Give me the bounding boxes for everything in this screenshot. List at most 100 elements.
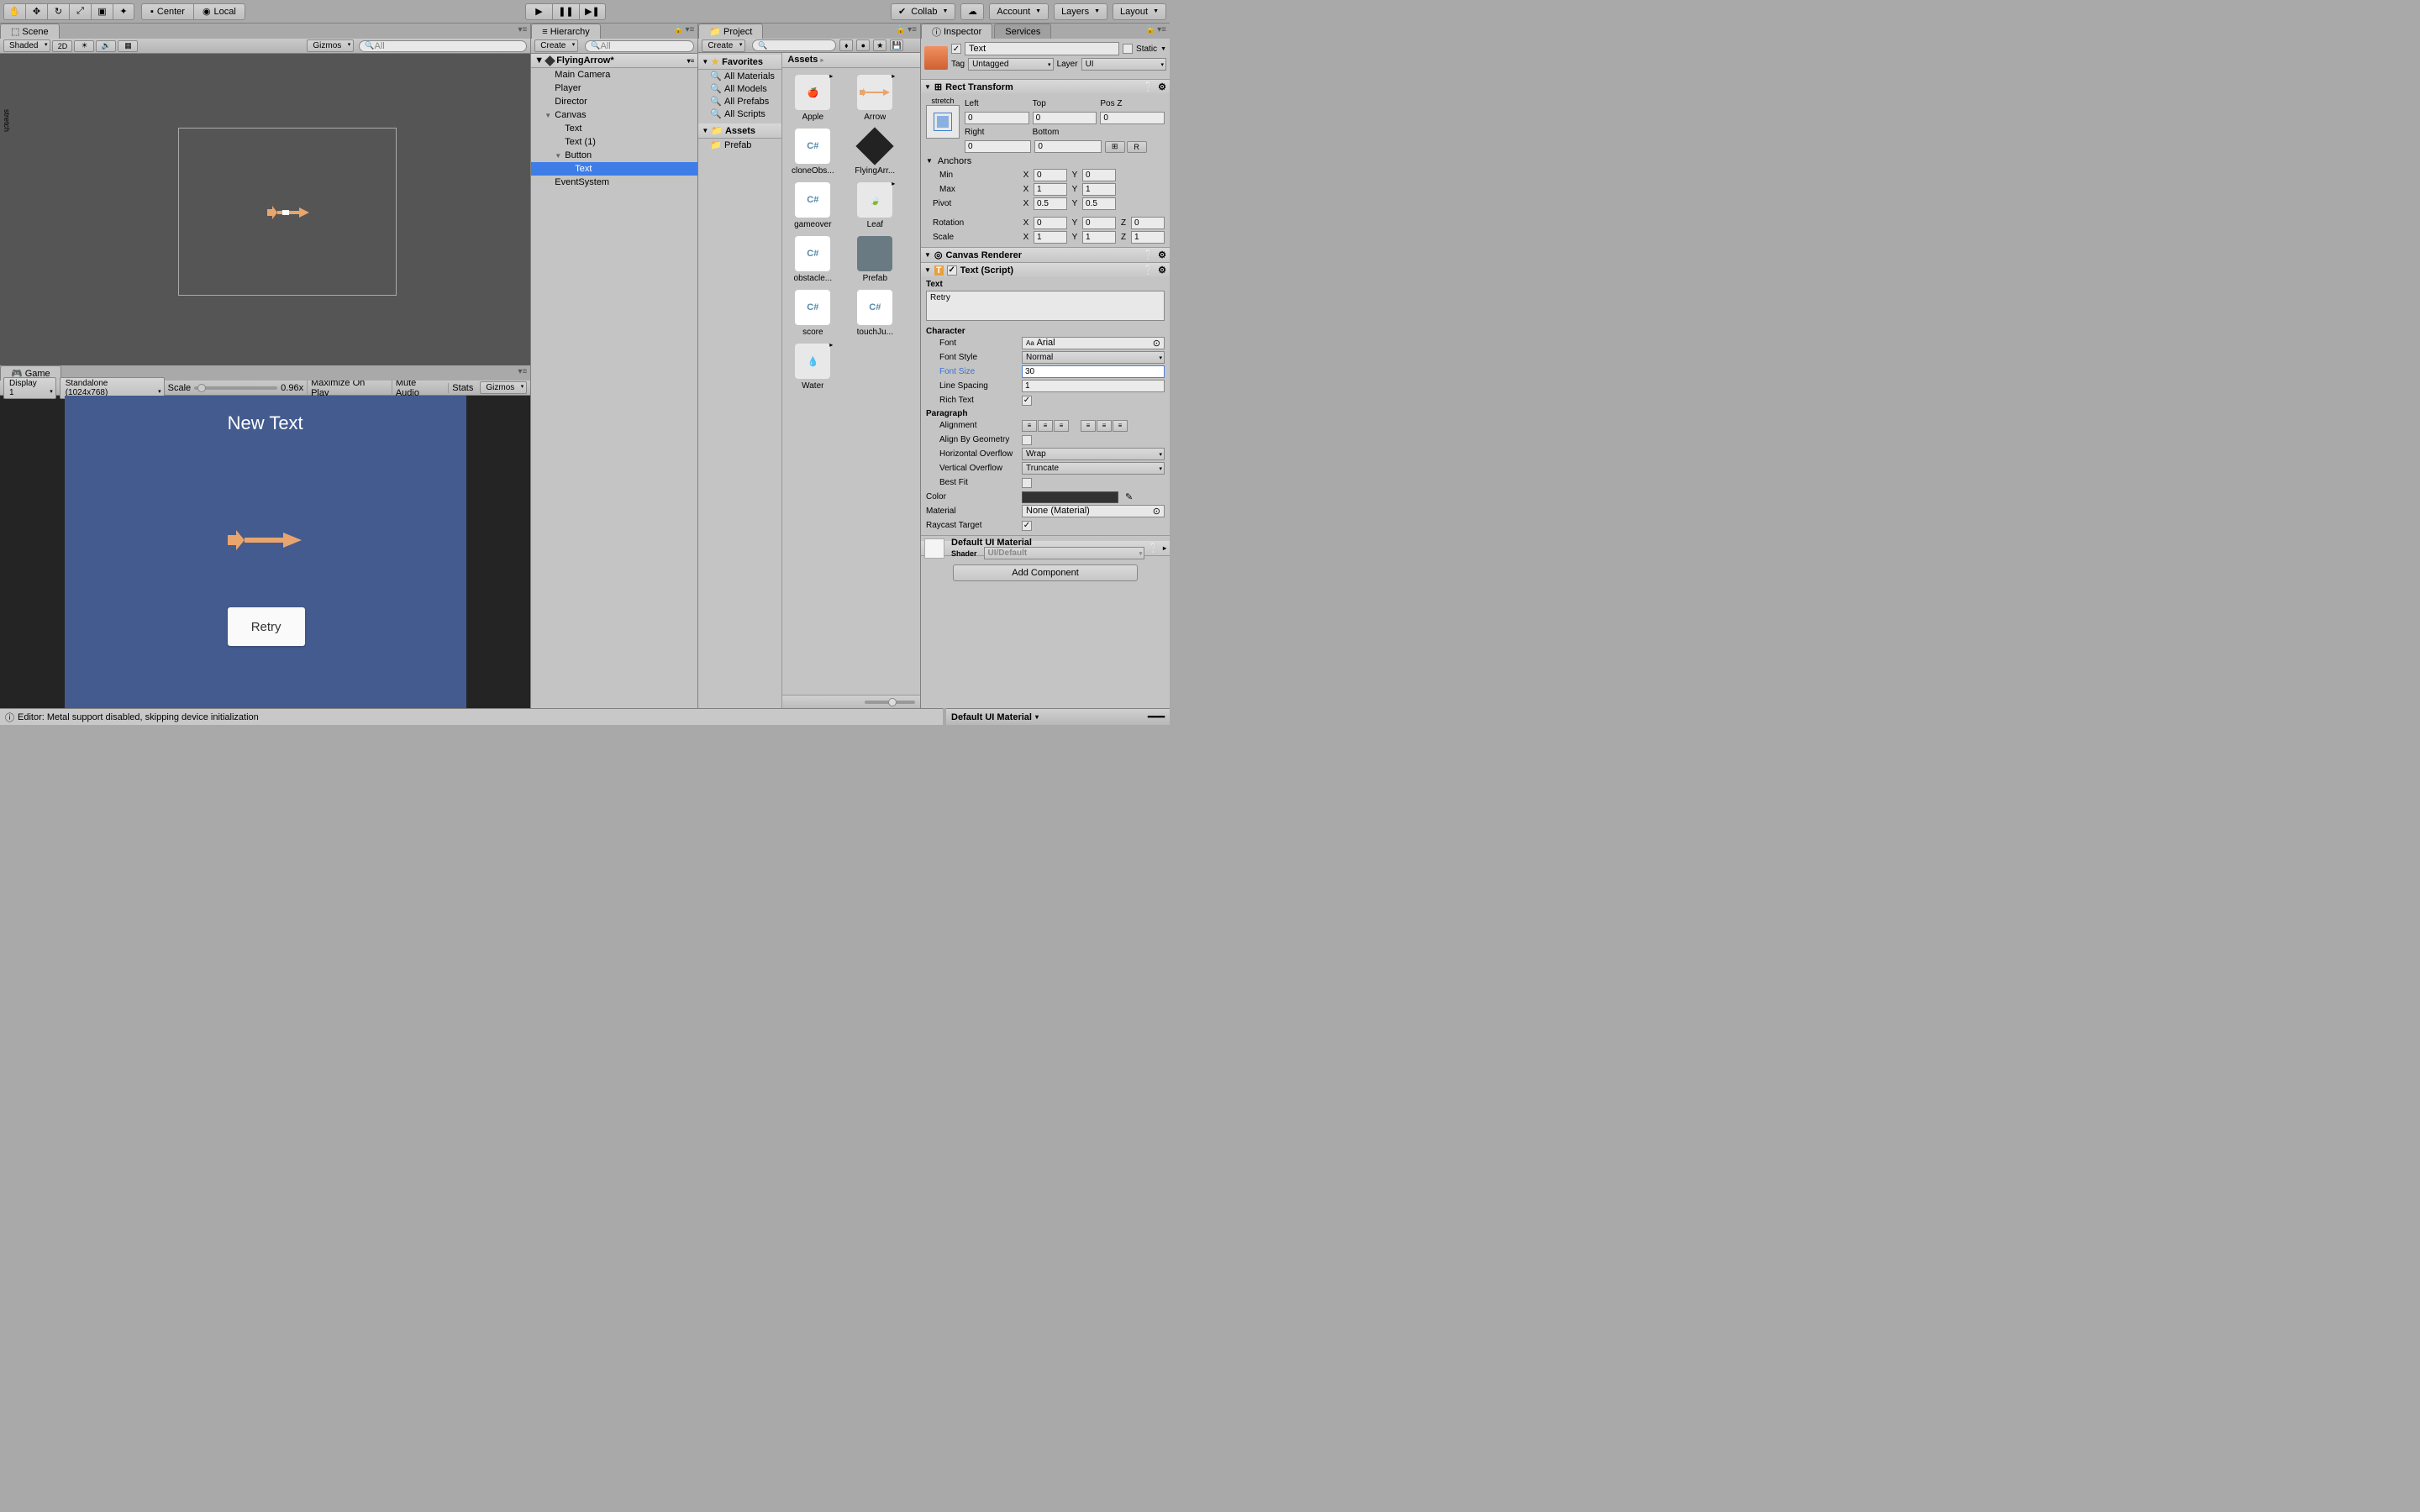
align-top[interactable]: ≡ [1081,420,1096,432]
font-size-input[interactable] [1022,365,1165,378]
icon-size-slider[interactable] [865,701,915,704]
filter-icon[interactable]: ★ [873,39,886,51]
expand-icon[interactable]: ▼ [534,55,544,66]
align-right[interactable]: ≡ [1054,420,1069,432]
fx-toggle[interactable]: ▦ [118,40,138,52]
scale-x-input[interactable] [1034,231,1067,244]
filter-icon[interactable]: ⬧ [839,39,853,51]
lock-icon[interactable]: 🔒 [673,25,683,34]
2d-toggle[interactable]: 2D [52,40,72,52]
component-header[interactable]: ▼⊞Rect Transform❔⚙ [921,80,1170,94]
panel-menu-icon[interactable]: ▾≡ [1157,25,1166,34]
scale-y-input[interactable] [1082,231,1116,244]
name-input[interactable] [965,42,1119,55]
color-picker[interactable] [1022,491,1118,503]
blueprint-toggle[interactable]: ⊞ [1105,141,1125,153]
align-geom-checkbox[interactable] [1022,435,1032,445]
favorite-item[interactable]: 🔍All Materials [698,70,781,82]
tab-services[interactable]: Services [994,24,1051,39]
hierarchy-search[interactable]: 🔍All [585,40,694,52]
component-header[interactable]: Default UI MaterialShaderUI/Default❔▸ [921,541,1170,555]
panel-menu-icon[interactable]: ▾≡ [685,25,694,34]
shader-dropdown[interactable]: UI/Default [984,547,1145,559]
chevron-down-icon[interactable]: ▾ [1035,713,1039,721]
rot-y-input[interactable] [1082,217,1116,229]
component-header[interactable]: ▼◎Canvas Renderer❔⚙ [921,248,1170,262]
account-button[interactable]: Account▼ [989,3,1049,20]
collab-button[interactable]: ✔Collab▼ [891,3,955,20]
tab-hierarchy[interactable]: ≡Hierarchy [531,24,601,39]
retry-button[interactable]: Retry [228,607,305,646]
expand-icon[interactable]: ▼ [702,58,708,66]
audio-toggle[interactable]: 🔊 [96,40,116,52]
help-icon[interactable]: ❔ [1148,543,1160,554]
game-viewport[interactable]: New Text Retry [65,396,466,708]
enable-checkbox[interactable] [947,265,957,276]
asset-item[interactable]: C#gameover [789,182,836,229]
scene-search[interactable]: 🔍All [359,40,527,52]
help-icon[interactable]: ❔ [1143,81,1155,92]
gear-icon[interactable]: ⚙ [1158,81,1166,92]
gizmos-dropdown[interactable]: Gizmos [307,39,354,52]
display-dropdown[interactable]: Display 1 [3,377,56,399]
line-spacing-input[interactable] [1022,380,1165,392]
active-checkbox[interactable] [951,44,961,54]
move-tool[interactable]: ✥ [25,3,47,20]
help-icon[interactable]: ❔ [1143,249,1155,260]
local-button[interactable]: ◉Local [193,3,245,20]
stats-toggle[interactable]: Stats [448,383,476,393]
rich-text-checkbox[interactable] [1022,396,1032,406]
folder-item[interactable]: 📁Prefab [698,139,781,151]
project-search[interactable]: 🔍 [752,39,836,51]
hand-tool[interactable]: ✋ [3,3,25,20]
expand-icon[interactable]: ▼ [702,127,708,134]
scale-slider[interactable] [194,386,277,390]
favorite-item[interactable]: 🔍All Prefabs [698,95,781,108]
gizmos-dropdown[interactable]: Gizmos [480,381,527,394]
favorites-header[interactable]: ▼★Favorites [698,55,781,70]
rot-z-input[interactable] [1131,217,1165,229]
layout-button[interactable]: Layout▼ [1113,3,1166,20]
raycast-checkbox[interactable] [1022,521,1032,531]
filter-icon[interactable]: ● [856,39,870,51]
scale-tool[interactable]: ⤢ [69,3,91,20]
component-header[interactable]: ▼TText (Script)❔⚙ [921,263,1170,277]
lock-icon[interactable]: 🔒 [896,25,906,34]
bottom-input[interactable] [1034,140,1101,153]
asset-item[interactable]: Prefab [851,236,898,283]
maximize-toggle[interactable]: Maximize On Play [307,378,388,398]
posz-input[interactable] [1100,112,1165,124]
layers-button[interactable]: Layers▼ [1054,3,1107,20]
top-input[interactable] [1033,112,1097,124]
eyedropper-icon[interactable]: ✎ [1125,491,1133,502]
rect-tool[interactable]: ▣ [91,3,113,20]
tab-inspector[interactable]: ⓘInspector [921,24,992,39]
max-y-input[interactable] [1082,183,1116,196]
mute-toggle[interactable]: Mute Audio [392,378,445,398]
right-input[interactable] [965,140,1031,153]
hierarchy-item[interactable]: Main Camera [531,68,697,81]
favorite-item[interactable]: 🔍All Scripts [698,108,781,120]
asset-item[interactable]: 🍎▸Apple [789,75,836,122]
tab-scene[interactable]: ⬚Scene [0,24,60,39]
hierarchy-item[interactable]: Text (1) [531,135,697,149]
align-center[interactable]: ≡ [1038,420,1053,432]
raw-toggle[interactable]: R [1127,141,1147,153]
expand-icon[interactable]: ▼ [555,152,565,160]
center-button[interactable]: ▪Center [141,3,193,20]
chevron-down-icon[interactable]: ▼ [1160,46,1166,52]
expand-icon[interactable]: ▼ [926,157,933,165]
hierarchy-item[interactable]: Text [531,122,697,135]
expand-icon[interactable]: ▼ [924,251,931,259]
min-y-input[interactable] [1082,169,1116,181]
rotate-tool[interactable]: ↻ [47,3,69,20]
panel-menu-icon[interactable]: ▾≡ [518,25,527,34]
tag-dropdown[interactable]: Untagged [968,58,1053,71]
font-field[interactable]: Aa Arial⊙ [1022,337,1165,349]
asset-item[interactable]: C#obstacle... [789,236,836,283]
asset-item[interactable]: 💧▸Water [789,344,836,391]
scene-canvas[interactable] [0,54,530,365]
favorite-item[interactable]: 🔍All Models [698,82,781,95]
font-style-dropdown[interactable]: Normal [1022,351,1165,364]
align-bottom[interactable]: ≡ [1113,420,1128,432]
